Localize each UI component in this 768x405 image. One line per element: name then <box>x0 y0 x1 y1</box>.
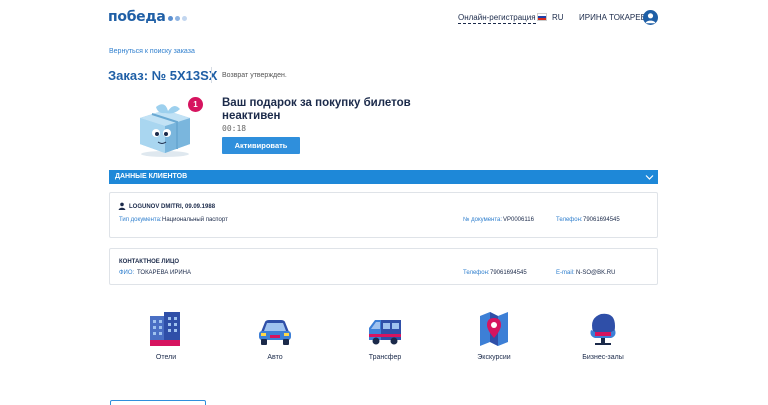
contact-card: КОНТАКТНОЕ ЛИЦО ФИО: ТОКАРЕВА ИРИНА Теле… <box>109 248 658 285</box>
passenger-name: LOGUNOV DMITRI, 09.09.1988 <box>129 204 216 210</box>
order-title: Заказ: № 5X13SX <box>108 68 218 83</box>
header: победа Онлайн-регистрация RU ИРИНА ТОКАР… <box>0 0 768 36</box>
service-label: Авто <box>267 354 283 361</box>
service-label: Отели <box>155 354 177 361</box>
chevron-down-icon[interactable] <box>645 173 654 181</box>
map-pin-icon <box>480 312 508 346</box>
user-avatar-icon[interactable] <box>643 10 658 25</box>
service-label: Экскурсии <box>477 354 511 361</box>
service-hotels[interactable]: Отели <box>136 310 196 370</box>
service-label: Бизнес-залы <box>582 354 624 361</box>
contact-title: КОНТАКТНОЕ ЛИЦО <box>119 259 179 265</box>
bottom-button[interactable] <box>110 400 206 405</box>
doc-number-value: VP0006116 <box>503 217 534 223</box>
gift-timer: 00:18 <box>222 124 247 133</box>
clients-section-title: ДАННЫЕ КЛИЕНТОВ <box>115 173 188 180</box>
back-to-search-link[interactable]: Вернуться к поиску заказа <box>109 48 195 55</box>
logo-dots-icon <box>167 16 187 21</box>
service-business-lounges[interactable]: Бизнес-залы <box>573 310 633 370</box>
online-registration-link[interactable]: Онлайн-регистрация <box>458 13 536 24</box>
contact-name-label: ФИО: <box>119 270 135 276</box>
doc-type-label: Тип документа: <box>119 217 162 223</box>
contact-phone-value: 79061694545 <box>490 270 527 276</box>
hotel-icon <box>150 312 180 346</box>
contact-name-value: ТОКАРЕВА ИРИНА <box>137 270 191 276</box>
language-selector[interactable]: RU <box>552 13 564 23</box>
activate-button[interactable]: Активировать <box>222 137 300 154</box>
gift-box-icon <box>134 96 196 158</box>
van-icon <box>369 320 401 345</box>
logo-text: победа <box>108 9 166 25</box>
doc-type-value: Национальный паспорт <box>162 217 228 223</box>
service-label: Трансфер <box>368 354 402 361</box>
order-status: Возврат утвержден. <box>222 72 287 79</box>
divider <box>211 67 212 83</box>
person-icon <box>118 202 126 210</box>
passenger-phone-label: Телефон: <box>556 217 583 223</box>
service-transfer[interactable]: Трансфер <box>355 310 415 370</box>
gift-count-badge: 1 <box>188 97 203 112</box>
contact-phone-label: Телефон: <box>463 270 490 276</box>
contact-email-value: N-SO@BK.RU <box>576 270 616 276</box>
armchair-icon <box>590 313 616 345</box>
gift-title: Ваш подарок за покупку билетов неактивен <box>222 97 411 122</box>
passenger-phone-value: 79061694545 <box>583 217 620 223</box>
contact-email-label: E-mail: <box>556 270 575 276</box>
doc-number-label: № документа: <box>463 217 503 223</box>
user-name[interactable]: ИРИНА ТОКАРЕВА <box>579 13 651 23</box>
service-excursions[interactable]: Экскурсии <box>464 310 524 370</box>
service-car[interactable]: Авто <box>245 310 305 370</box>
logo[interactable]: победа <box>108 9 187 25</box>
russia-flag-icon[interactable] <box>537 13 547 21</box>
car-icon <box>259 320 291 345</box>
passenger-card: LOGUNOV DMITRI, 09.09.1988 Тип документа… <box>109 192 658 238</box>
clients-section-header[interactable]: ДАННЫЕ КЛИЕНТОВ <box>109 170 658 184</box>
